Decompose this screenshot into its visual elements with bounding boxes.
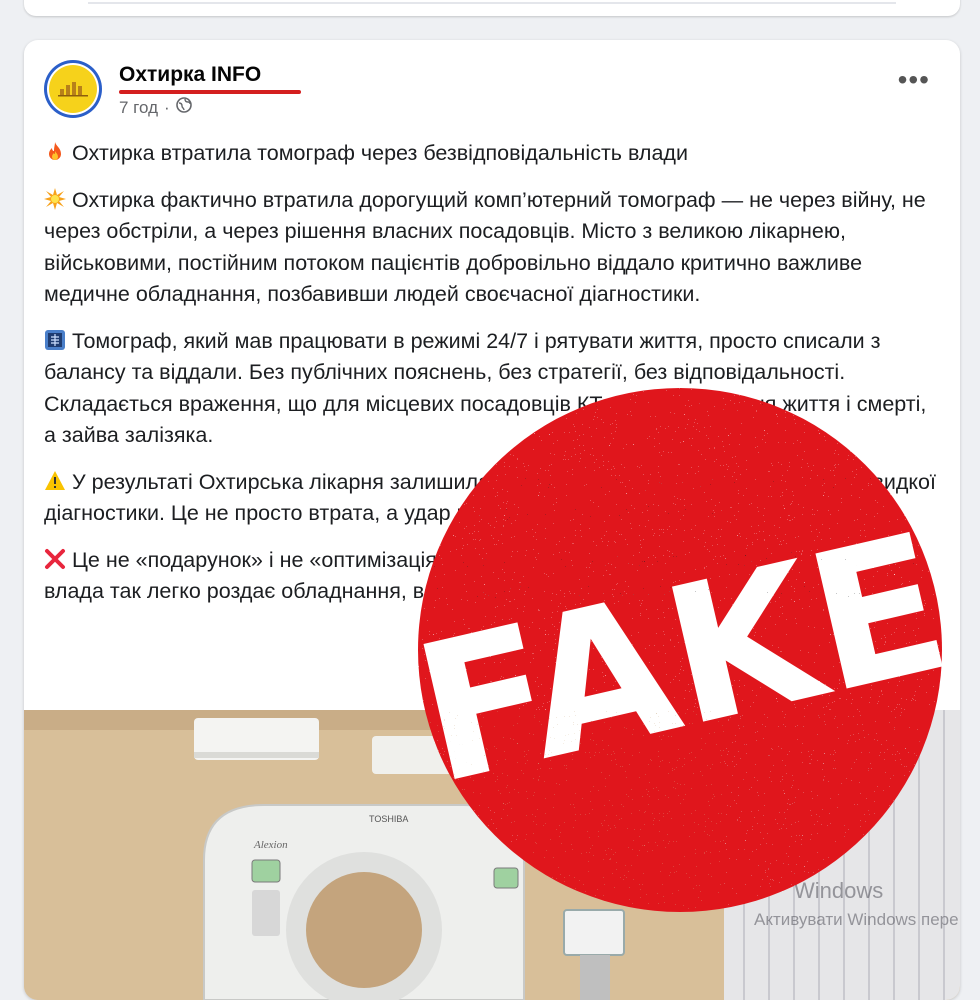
page-name-link[interactable]: Охтирка INFO bbox=[119, 63, 261, 87]
globe-icon[interactable] bbox=[175, 97, 192, 118]
xray-icon bbox=[45, 329, 65, 350]
post-time[interactable]: 7 год bbox=[119, 98, 158, 118]
divider bbox=[88, 2, 896, 4]
post-meta: 7 год · bbox=[119, 97, 192, 118]
previous-post-card bbox=[24, 0, 960, 16]
cross-mark-icon bbox=[45, 548, 65, 569]
fake-stamp: FAKE bbox=[410, 388, 950, 912]
avatar-logo bbox=[49, 65, 97, 113]
paragraph-1: Охтирка втратила томограф через безвідпо… bbox=[44, 138, 940, 170]
more-options-button[interactable]: ••• bbox=[898, 66, 930, 94]
model-label: Alexion bbox=[253, 839, 288, 851]
meta-dot: · bbox=[164, 97, 170, 117]
warning-icon bbox=[45, 470, 65, 490]
highlight-underline bbox=[119, 90, 301, 94]
fire-icon bbox=[49, 142, 61, 160]
brand-label: TOSHIBA bbox=[369, 814, 408, 824]
collision-icon bbox=[44, 187, 66, 210]
page-avatar[interactable] bbox=[44, 60, 102, 118]
paragraph-2: Охтирка фактично втратила дорогущий комп… bbox=[44, 187, 926, 306]
